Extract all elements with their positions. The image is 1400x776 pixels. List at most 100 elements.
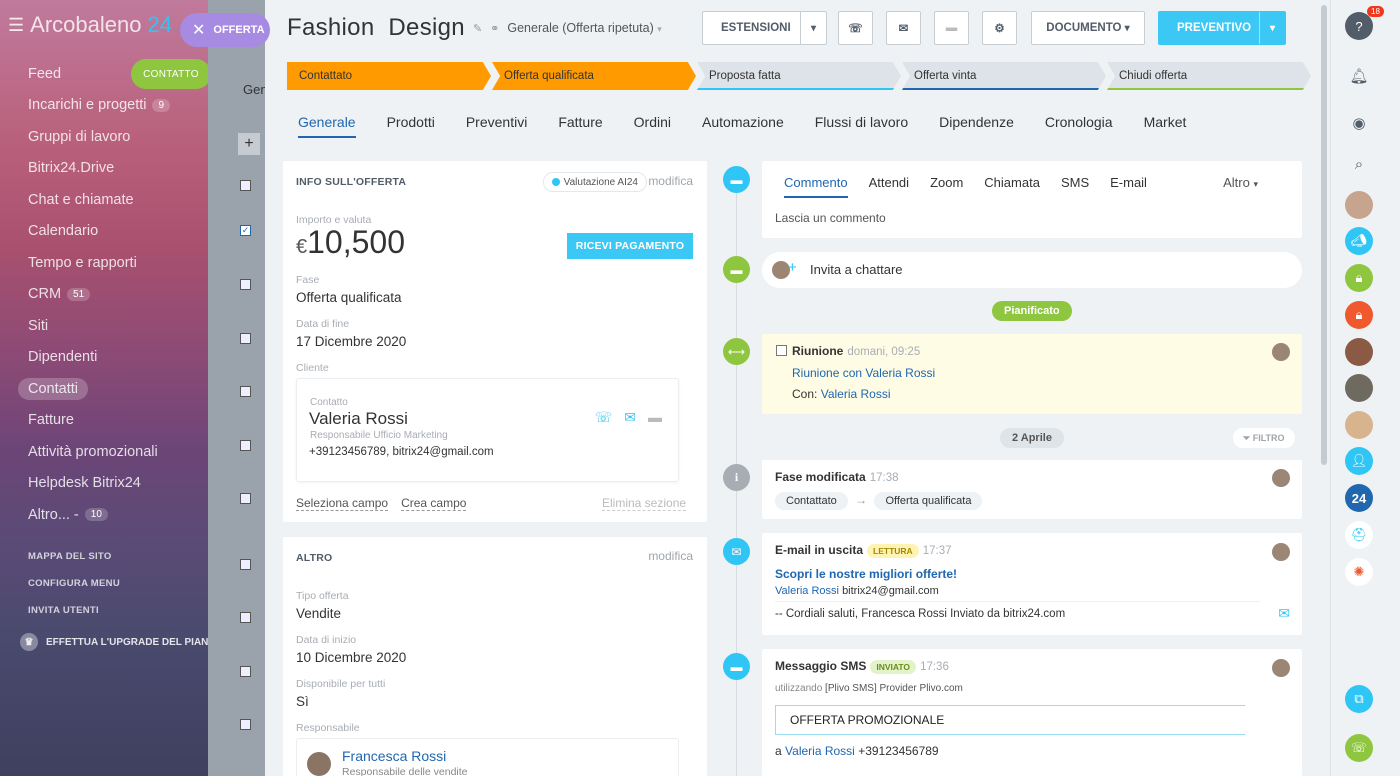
contatto-button[interactable]: CONTATTO [131,59,211,89]
stage-contattato[interactable]: Contattato [287,62,491,90]
nav-item-chat[interactable]: Chat e chiamate [18,184,218,216]
stage-proposta-fatta[interactable]: Proposta fatta [697,62,901,90]
tab-prodotti[interactable]: Prodotti [387,114,435,138]
stage-offerta-vinta[interactable]: Offerta vinta [902,62,1106,90]
tl-tab-email[interactable]: E-mail [1110,175,1147,198]
select-field-link[interactable]: Seleziona campo [296,496,389,511]
meeting-with-name[interactable]: Valeria Rossi [821,387,891,401]
tab-market[interactable]: Market [1144,114,1187,138]
bell-icon[interactable]: 🔔︎ [1345,62,1373,90]
nav-item-incarichi[interactable]: Incarichi e progetti 9 [18,90,218,122]
bitrix24-icon[interactable]: 24 [1345,484,1373,512]
phone-icon[interactable]: ☏ [1345,734,1373,762]
help-icon[interactable]: ? 18 [1345,6,1384,40]
receive-payment-button[interactable]: RICEVI PAGAMENTO [567,233,693,259]
tl-tab-commento[interactable]: Commento [784,175,848,198]
vertical-scrollbar[interactable] [1318,0,1330,776]
tab-generale[interactable]: Generale [298,114,356,138]
search-icon[interactable]: ⌕ [1345,150,1373,178]
ai-score-badge[interactable]: Valutazione AI24 [542,172,647,192]
edit-link[interactable]: modifica [648,174,693,188]
avatar[interactable] [1345,338,1373,366]
invite-chat-label: Invita a chattare [810,262,903,277]
responsible-name[interactable]: Francesca Rossi [342,748,446,764]
invite-chat-row[interactable]: + Invita a chattare [762,252,1302,288]
sms-recipient-name[interactable]: Valeria Rossi [785,744,855,758]
envelope-icon[interactable]: ✉ [624,409,636,426]
scrollbar-thumb[interactable] [1321,5,1327,465]
document-button[interactable]: DOCUMENTO ▾ [1031,11,1145,45]
nav-item-crm[interactable]: CRM 51 [18,279,218,311]
pipeline-selector[interactable]: Generale (Offerta ripetuta) ▾ [507,21,661,35]
reply-email-icon[interactable]: ✉ [1278,605,1290,622]
edit-link[interactable]: modifica [648,549,693,563]
nav-item-fatture[interactable]: Fatture [18,405,218,437]
lock-icon[interactable]: 🔒︎ [1345,301,1373,329]
nav-item-dipendenti[interactable]: Dipendenti [18,342,218,374]
nav-item-helpdesk[interactable]: Helpdesk Bitrix24 [18,468,218,500]
comment-input[interactable]: Lascia un commento [775,211,886,225]
tab-flussi[interactable]: Flussi di lavoro [815,114,908,138]
tab-ordini[interactable]: Ordini [634,114,671,138]
preventivo-button[interactable]: PREVENTIVO ▾ [1158,11,1286,45]
support-icon[interactable]: ⛑ [1345,521,1373,549]
megaphone-icon[interactable]: 📣︎ [1345,227,1373,255]
chat-button[interactable]: ▬ [934,11,969,45]
nav-item-siti[interactable]: Siti [18,310,218,342]
configure-menu-link[interactable]: CONFIGURA MENU [28,577,120,604]
email-recipient-name[interactable]: Valeria Rossi [775,585,839,597]
tl-tab-chiamata[interactable]: Chiamata [984,175,1040,198]
settings-button[interactable]: ⚙ [982,11,1017,45]
client-name[interactable]: Valeria Rossi [309,409,408,429]
phone-icon[interactable]: ☏ [595,409,613,426]
nav-item-drive[interactable]: Bitrix24.Drive [18,153,218,185]
lock-icon[interactable]: 🔒︎ [1345,264,1373,292]
tab-dipendenze[interactable]: Dipendenze [939,114,1014,138]
avatar[interactable] [1345,411,1373,439]
meeting-link[interactable]: Riunione con Valeria Rossi [792,366,935,380]
deal-title[interactable]: Fashion Design [287,14,465,42]
nav-item-gruppi[interactable]: Gruppi di lavoro [18,121,218,153]
tab-cronologia[interactable]: Cronologia [1045,114,1113,138]
user-icon[interactable]: 👤︎ [1345,447,1373,475]
chevron-down-icon[interactable]: ▾ [1259,12,1285,44]
tab-fatture[interactable]: Fatture [558,114,602,138]
tl-tab-attendi[interactable]: Attendi [869,175,909,198]
tl-tab-sms[interactable]: SMS [1061,175,1089,198]
close-offer-button[interactable]: ✕ OFFERTA [180,13,270,47]
avatar[interactable] [1345,191,1373,219]
upgrade-button[interactable]: ♛ EFFETTUA L'UPGRADE DEL PIANO [20,633,216,651]
call-button[interactable]: ☏ [838,11,873,45]
link-icon[interactable]: ⚭ [490,22,499,35]
group-icon[interactable]: ✺ [1345,558,1373,586]
extensions-button[interactable]: ESTENSIONI ▾ [702,11,827,45]
tl-tab-zoom[interactable]: Zoom [930,175,963,198]
email-button[interactable]: ✉ [886,11,921,45]
bookmark-icon[interactable]: ⧉ [1345,685,1373,713]
task-checkbox[interactable] [776,345,787,356]
nav-item-tempo[interactable]: Tempo e rapporti [18,247,218,279]
email-subject[interactable]: Scopri le nostre migliori offerte! [775,567,957,581]
tab-automazione[interactable]: Automazione [702,114,784,138]
tab-preventivi[interactable]: Preventivi [466,114,527,138]
tl-tab-altro[interactable]: Altro ▾ [1223,175,1258,190]
chevron-down-icon[interactable]: ▾ [800,12,826,44]
edit-icon[interactable]: ✎ [473,22,482,35]
filter-button[interactable]: ⏷ FILTRO [1233,428,1295,448]
invite-users-link[interactable]: INVITA UTENTI [28,604,120,631]
nav-item-altro[interactable]: Altro... - 10 [18,499,218,531]
row-checkbox [240,279,251,290]
nav-item-contatti[interactable]: Contatti [18,373,218,405]
chat-icon[interactable]: ▬ [648,409,662,426]
avatar[interactable] [1345,374,1373,402]
delete-section-link[interactable]: Elimina sezione [602,496,687,511]
messages-icon[interactable]: ◉ [1345,109,1373,137]
menu-icon[interactable]: ☰ [8,15,24,36]
brand[interactable]: ☰ Arcobaleno 24 [8,12,172,38]
stage-chiudi-offerta[interactable]: Chiudi offerta [1107,62,1311,90]
nav-item-promo[interactable]: Attività promozionali [18,436,218,468]
create-field-link[interactable]: Crea campo [401,496,467,511]
nav-item-calendario[interactable]: Calendario [18,216,218,248]
site-map-link[interactable]: MAPPA DEL SITO [28,550,120,577]
stage-offerta-qualificata[interactable]: Offerta qualificata [492,62,696,90]
